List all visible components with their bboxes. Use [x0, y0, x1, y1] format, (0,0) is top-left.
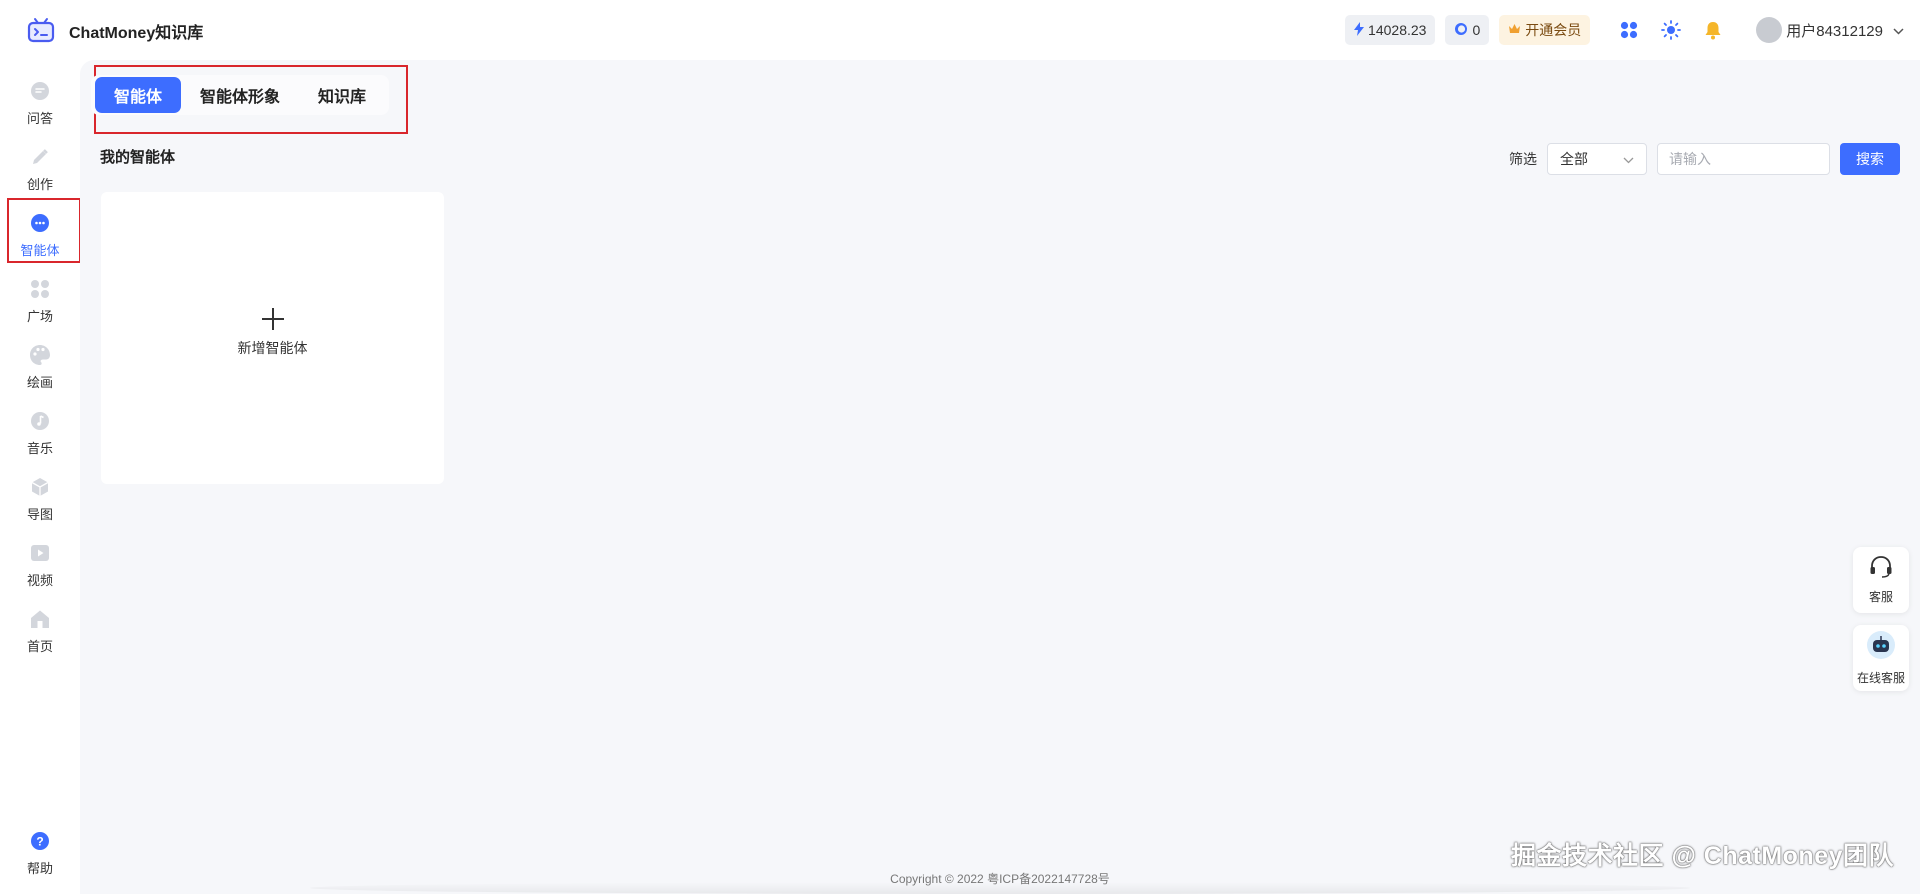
main-content: 智能体 智能体形象 知识库 我的智能体 筛选 全部 搜索 新增智能体 Copyr…	[80, 60, 1920, 894]
sidebar-item-help[interactable]: ? 帮助	[0, 830, 80, 886]
music-note-icon	[29, 410, 51, 432]
robot-avatar-icon	[1866, 630, 1896, 665]
sidebar-item-mindmap[interactable]: 导图	[0, 476, 80, 532]
customer-service-button[interactable]: 客服	[1853, 547, 1909, 613]
cube-icon	[29, 476, 51, 498]
tab-knowledge-base[interactable]: 知识库	[299, 77, 385, 113]
watermark: 掘金技术社区 @ ChatMoney团队	[1511, 842, 1894, 870]
tab-agent[interactable]: 智能体	[95, 77, 182, 113]
online-service-button[interactable]: 在线客服	[1853, 625, 1909, 691]
points-badge[interactable]: 14028.23	[1345, 15, 1436, 45]
tab-agent-avatar[interactable]: 智能体形象	[181, 77, 299, 113]
filter-select[interactable]: 全部	[1547, 143, 1647, 175]
user-menu[interactable]: 用户84312129	[1756, 17, 1904, 43]
lightning-icon	[1354, 21, 1365, 39]
tab-bar: 智能体 智能体形象 知识库	[91, 75, 390, 115]
search-button[interactable]: 搜索	[1840, 143, 1900, 175]
play-icon	[29, 542, 51, 564]
coins-value: 0	[1472, 22, 1481, 38]
sidebar-item-label: 视频	[26, 573, 53, 588]
chevron-down-icon	[1893, 22, 1904, 39]
section-title: 我的智能体	[100, 149, 176, 166]
header-actions: 14028.23 0 开通会员 用户84312129	[1345, 15, 1904, 45]
sidebar-item-label: 绘画	[26, 375, 53, 390]
sidebar-item-music[interactable]: 音乐	[0, 410, 80, 466]
avatar	[1756, 17, 1783, 43]
svg-text:?: ?	[36, 835, 43, 849]
grid-dots-icon	[29, 278, 51, 300]
footer-copyright: Copyright © 2022 粤ICP备2022147728号	[890, 872, 1110, 886]
sidebar: 问答 创作 智能体 广场 绘画 音乐 导图 视频 首页 ? 帮助	[0, 60, 80, 894]
username: 用户84312129	[1786, 22, 1883, 40]
home-icon	[29, 608, 51, 630]
sidebar-item-paint[interactable]: 绘画	[0, 344, 80, 400]
search-input[interactable]	[1657, 143, 1830, 175]
sidebar-item-label: 问答	[26, 111, 53, 126]
top-header: ChatMoney知识库 14028.23 0 开通会员 用户84312129	[0, 0, 1920, 60]
headset-icon	[1868, 555, 1894, 584]
coin-icon	[1454, 22, 1468, 39]
chevron-down-icon	[1623, 151, 1634, 167]
online-service-label: 在线客服	[1856, 671, 1905, 685]
app-title[interactable]: ChatMoney知识库	[69, 19, 203, 43]
vip-button[interactable]: 开通会员	[1499, 15, 1591, 45]
help-icon: ?	[29, 830, 51, 852]
customer-service-label: 客服	[1868, 590, 1893, 604]
add-agent-label: 新增智能体	[237, 340, 308, 356]
sun-icon[interactable]	[1658, 17, 1684, 43]
coins-badge[interactable]: 0	[1445, 15, 1490, 45]
sidebar-item-label: 创作	[26, 177, 53, 192]
filter-bar: 筛选 全部 搜索	[1509, 143, 1900, 175]
robot-tv-icon[interactable]	[26, 16, 56, 44]
chat-bubble-icon	[29, 80, 51, 102]
sidebar-item-create[interactable]: 创作	[0, 146, 80, 202]
add-agent-card[interactable]: 新增智能体	[101, 192, 444, 484]
bell-icon[interactable]	[1700, 17, 1726, 43]
plus-icon	[260, 306, 286, 332]
filter-label: 筛选	[1509, 151, 1537, 167]
palette-icon	[29, 344, 51, 366]
sidebar-item-square[interactable]: 广场	[0, 278, 80, 334]
vip-label: 开通会员	[1525, 22, 1582, 38]
sidebar-item-qa[interactable]: 问答	[0, 80, 80, 136]
sidebar-item-label: 音乐	[26, 441, 53, 456]
pencil-icon	[29, 146, 51, 168]
help-label: 帮助	[26, 861, 53, 876]
sidebar-item-video[interactable]: 视频	[0, 542, 80, 598]
apps-grid-icon[interactable]	[1616, 17, 1642, 43]
sidebar-item-label: 导图	[26, 507, 53, 522]
highlight-box-sidebar	[7, 198, 81, 263]
sidebar-item-home[interactable]: 首页	[0, 608, 80, 664]
sidebar-item-label: 首页	[26, 639, 53, 654]
filter-select-value: 全部	[1560, 151, 1588, 167]
sidebar-item-label: 广场	[26, 309, 53, 324]
crown-icon	[1508, 22, 1521, 38]
points-value: 14028.23	[1368, 22, 1427, 38]
